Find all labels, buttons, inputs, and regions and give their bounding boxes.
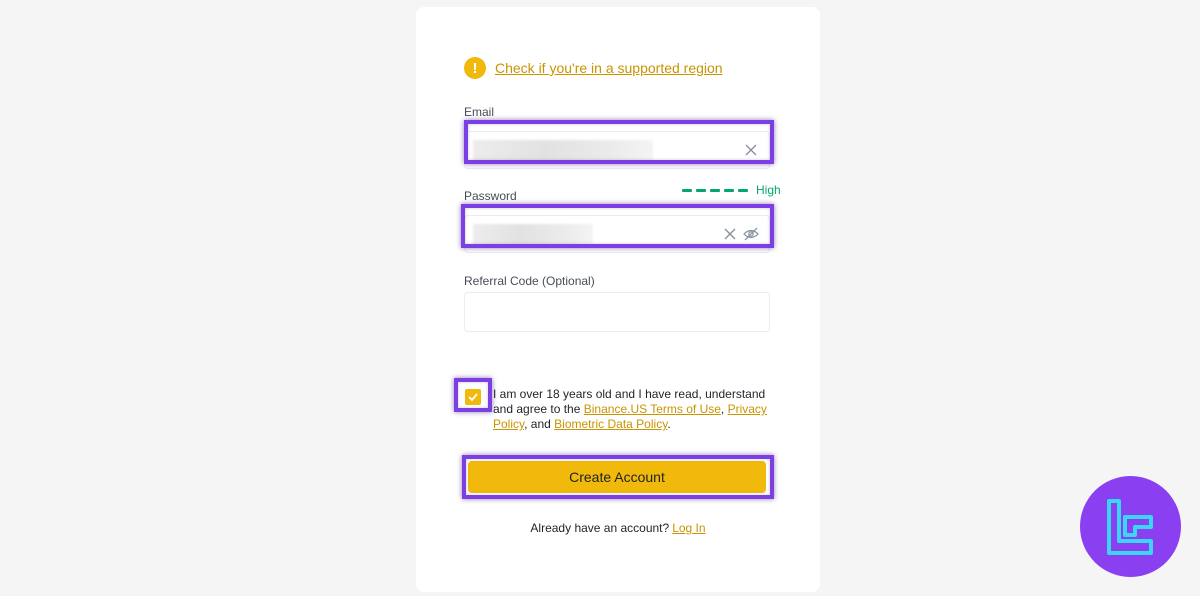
password-strength: High: [682, 183, 781, 197]
strength-bar-4: [724, 188, 734, 192]
region-check-row: ! Check if you're in a supported region: [464, 57, 723, 79]
terms-text: I am over 18 years old and I have read, …: [493, 387, 775, 432]
terms-of-use-link[interactable]: Binance.US Terms of Use: [584, 402, 721, 416]
password-label: Password: [464, 189, 517, 203]
strength-bar-3: [710, 188, 720, 192]
password-highlight: [461, 204, 774, 248]
login-row: Already have an account? Log In: [416, 521, 820, 535]
terms-sep2: , and: [524, 417, 555, 431]
biometric-policy-link[interactable]: Biometric Data Policy: [554, 417, 667, 431]
region-check-link[interactable]: Check if you're in a supported region: [495, 60, 723, 76]
email-highlight: [464, 120, 774, 164]
terms-end: .: [667, 417, 671, 431]
brand-logo-icon: [1106, 498, 1153, 555]
strength-label: High: [756, 183, 781, 197]
strength-bar-1: [682, 188, 692, 192]
terms-sep1: ,: [720, 402, 728, 416]
login-prompt: Already have an account?: [530, 521, 670, 535]
button-highlight: [462, 455, 774, 499]
referral-label: Referral Code (Optional): [464, 274, 595, 288]
strength-bar-5: [738, 188, 748, 192]
brand-logo-badge: [1080, 476, 1181, 577]
strength-bar-2: [696, 188, 706, 192]
referral-input[interactable]: [464, 292, 770, 332]
signup-card: ! Check if you're in a supported region …: [416, 7, 820, 592]
login-link[interactable]: Log In: [672, 521, 705, 535]
email-label: Email: [464, 105, 495, 119]
warning-icon: !: [464, 57, 486, 79]
checkbox-highlight: [454, 378, 492, 412]
